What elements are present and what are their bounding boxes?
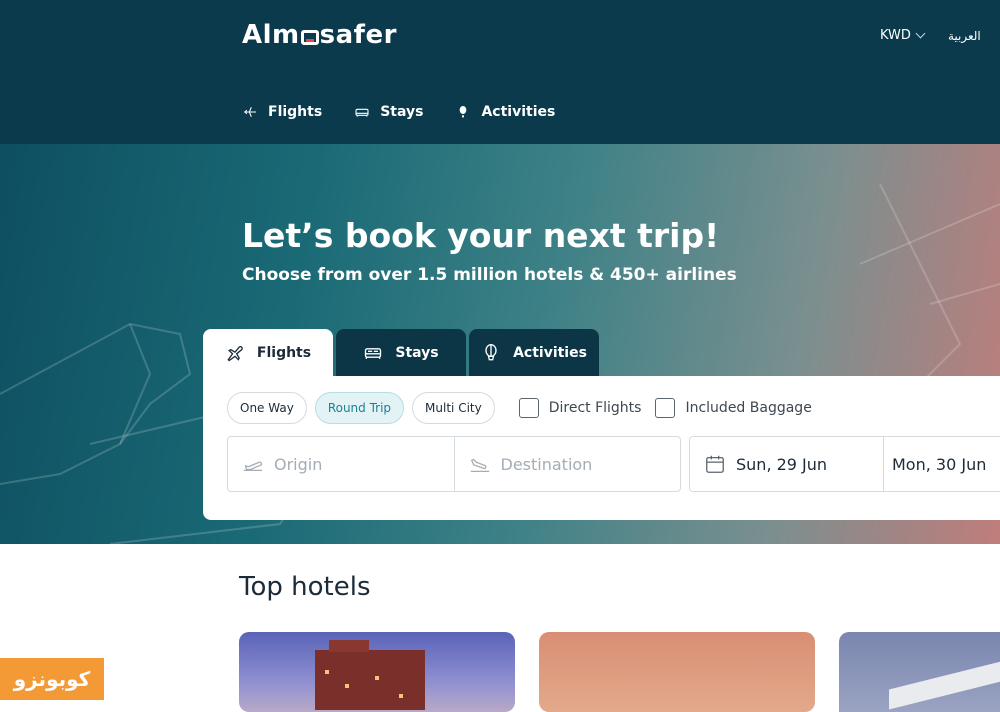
trip-type-one-way[interactable]: One Way [227, 392, 307, 424]
tab-stays[interactable]: Stays [336, 329, 466, 377]
depart-date-field[interactable]: Sun, 29 Jun [690, 437, 883, 491]
hotel-card[interactable] [239, 632, 515, 712]
search-fields: Origin Destination Sun, 29 Jun Mon, 30 J… [227, 436, 1000, 492]
bed-icon [355, 108, 369, 117]
hero-subtitle: Choose from over 1.5 million hotels & 45… [242, 265, 737, 285]
hero-title: Let’s book your next trip! [242, 216, 720, 255]
nav-stays-label: Stays [380, 104, 424, 120]
direct-flights-label: Direct Flights [548, 400, 642, 416]
included-baggage-label: Included Baggage [685, 400, 812, 416]
language-switch[interactable]: العربية [948, 29, 981, 43]
route-group: Origin Destination [227, 436, 681, 492]
plane-icon [244, 107, 256, 117]
checkbox-square [655, 398, 676, 418]
logo-suitcase-mark [300, 29, 319, 45]
flight-search-panel: One Way Round Trip Multi City Direct Fli… [203, 376, 1000, 520]
depart-date-value: Sun, 29 Jun [736, 454, 828, 474]
plane-icon [227, 346, 243, 362]
direct-flights-checkbox[interactable]: Direct Flights [518, 398, 642, 418]
trip-type-round-trip[interactable]: Round Trip [314, 392, 405, 424]
calendar-icon [706, 455, 724, 473]
coupon-watermark-badge: كوبونزو [0, 658, 104, 700]
top-header: Almsafer KWD العربية F Flights Stays Act… [0, 0, 1000, 144]
trip-options-row: One Way Round Trip Multi City Direct Fli… [227, 392, 812, 424]
tab-stays-label: Stays [395, 345, 439, 361]
nav-flights-label: Flights [268, 104, 323, 120]
checkbox-square [518, 398, 539, 418]
hotel-card[interactable] [539, 632, 815, 712]
return-date-value: Mon, 30 Jun [892, 454, 987, 474]
landing-icon [470, 458, 489, 472]
tab-flights-label: Flights [256, 345, 312, 361]
origin-field[interactable]: Origin [228, 437, 454, 491]
included-baggage-checkbox[interactable]: Included Baggage [655, 398, 812, 418]
balloon-icon [485, 344, 497, 361]
search-tabs: Flights Stays Activities [203, 329, 599, 377]
return-date-field[interactable]: Mon, 30 Jun [884, 437, 1000, 491]
destination-placeholder: Destination [500, 454, 593, 474]
tab-activities[interactable]: Activities [469, 329, 599, 377]
currency-selector[interactable]: KWD [880, 28, 926, 43]
trip-type-multi-city[interactable]: Multi City [412, 392, 495, 424]
nav-activities-label: Activities [481, 104, 556, 120]
nav-activities[interactable]: Activities [455, 104, 555, 120]
hotel-image [315, 640, 425, 710]
header-utilities: KWD العربية F [880, 28, 1000, 43]
top-hotels-heading: Top hotels [239, 572, 371, 602]
tab-activities-label: Activities [513, 345, 587, 361]
almosafer-logo[interactable]: Alm safer [242, 20, 397, 50]
currency-label: KWD [880, 28, 911, 43]
chevron-down-icon [915, 28, 926, 39]
takeoff-icon [243, 461, 263, 472]
destination-field[interactable]: Destination [455, 437, 681, 491]
tab-flights[interactable]: Flights [203, 329, 333, 377]
nav-stays[interactable]: Stays [354, 104, 423, 120]
hotel-card[interactable] [839, 632, 1000, 712]
nav-flights[interactable]: Flights [242, 104, 322, 120]
origin-placeholder: Origin [274, 454, 323, 474]
balloon-icon [460, 106, 467, 118]
bed-icon [365, 348, 382, 359]
date-group: Sun, 29 Jun Mon, 30 Jun [689, 436, 1000, 492]
main-nav: Flights Stays Activities [242, 104, 555, 120]
hotel-image [889, 654, 1000, 710]
